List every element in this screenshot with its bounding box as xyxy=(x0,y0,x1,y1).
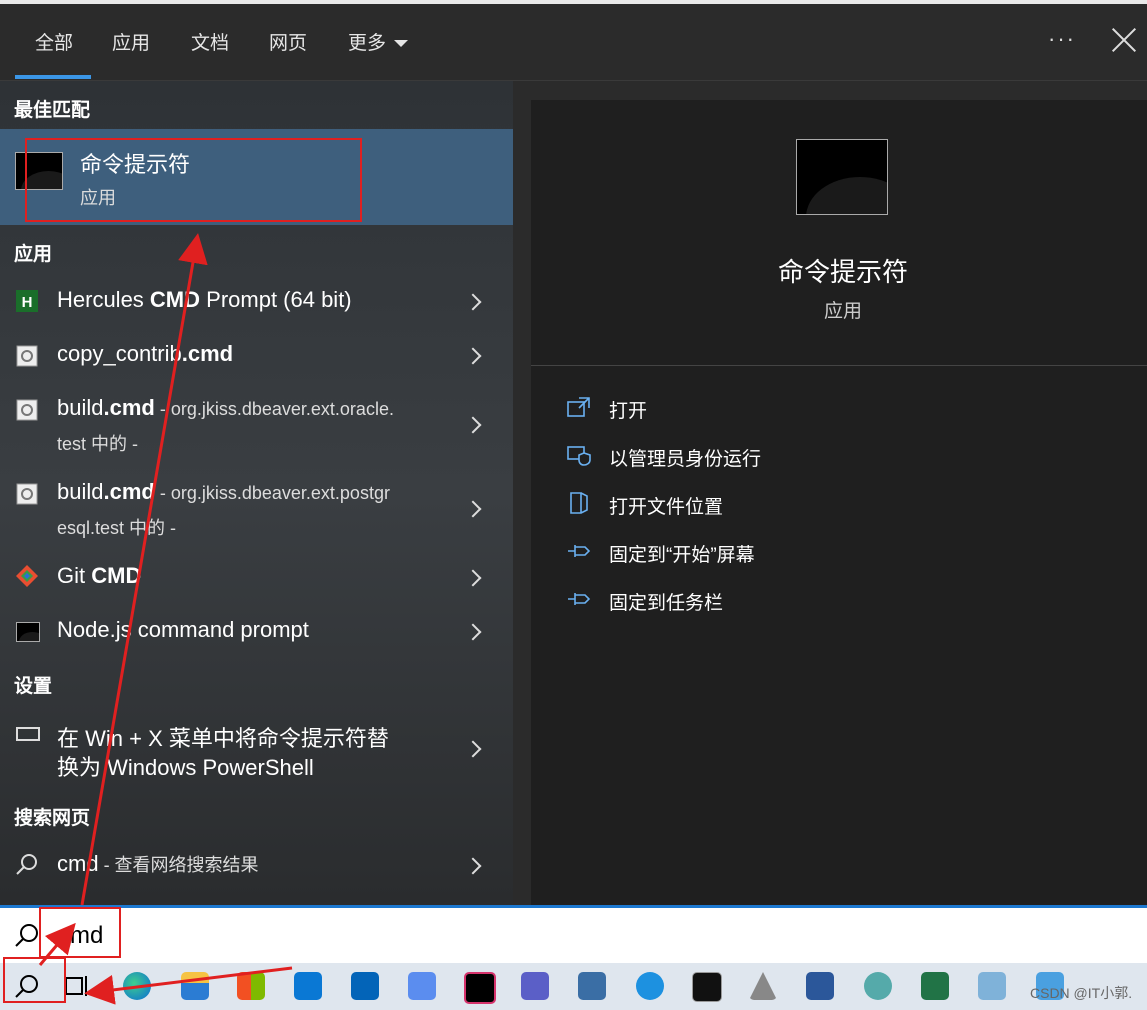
tab-apps[interactable]: 应用 xyxy=(112,28,150,55)
search-tabs: 全部 应用 文档 网页 更多 ··· xyxy=(0,4,1147,81)
notes-app-icon[interactable] xyxy=(978,972,1006,1000)
settings-result-item[interactable]: 在 Win + X 菜单中将命令提示符替 换为 Windows PowerShe… xyxy=(0,713,513,783)
close-icon[interactable] xyxy=(1110,26,1138,54)
settings-result-line2: 换为 Windows PowerShell xyxy=(57,755,314,780)
folder-icon xyxy=(570,492,588,514)
tab-documents[interactable]: 文档 xyxy=(191,28,229,55)
preview-panel: 命令提示符 应用 打开 以管理员身份运行 打开文件位置 固定到“开始”屏幕 固定… xyxy=(531,100,1147,905)
app-result-location: test 中的 - xyxy=(57,434,139,454)
search-icon xyxy=(16,854,37,875)
search-icon xyxy=(15,924,38,947)
app-icon[interactable] xyxy=(864,972,892,1000)
chevron-right-icon[interactable] xyxy=(464,740,482,758)
chevron-right-icon[interactable] xyxy=(464,857,482,875)
mail-icon[interactable] xyxy=(294,972,322,1000)
remote-desktop-icon[interactable] xyxy=(578,972,606,1000)
search-box[interactable]: cmd xyxy=(0,905,1147,964)
divider xyxy=(531,365,1147,366)
app-result-label: copy_contrib.cmd xyxy=(57,341,234,366)
store-icon[interactable] xyxy=(237,972,265,1000)
tab-all[interactable]: 全部 xyxy=(14,28,92,79)
app-result-label: build.cmd - org.jkiss.dbeaver.ext.postgr xyxy=(57,479,390,504)
shield-icon xyxy=(567,446,591,466)
svg-text:H: H xyxy=(22,294,33,311)
preview-title: 命令提示符 xyxy=(777,257,908,287)
app-result-label: Hercules CMD Prompt (64 bit) xyxy=(57,287,352,312)
app-result-item[interactable]: H Hercules CMD Prompt (64 bit) xyxy=(0,277,513,327)
chevron-right-icon[interactable] xyxy=(464,347,482,365)
section-apps: 应用 xyxy=(14,244,53,265)
app-result-label: Git CMD xyxy=(57,563,142,588)
annotation-box xyxy=(25,138,362,222)
hercules-icon: H xyxy=(16,290,38,312)
script-file-icon xyxy=(16,345,38,367)
file-explorer-icon[interactable] xyxy=(181,972,209,1000)
tab-more[interactable]: 更多 xyxy=(348,28,409,55)
chevron-right-icon[interactable] xyxy=(464,569,482,587)
chevron-right-icon[interactable] xyxy=(464,623,482,641)
chevron-down-icon xyxy=(394,40,409,48)
edge-icon[interactable] xyxy=(123,972,151,1000)
tab-more-label: 更多 xyxy=(348,33,387,54)
teams-icon[interactable] xyxy=(521,972,549,1000)
task-view-icon[interactable] xyxy=(63,973,91,999)
command-prompt-icon[interactable] xyxy=(692,972,722,1002)
watermark: CSDN @IT小郭. xyxy=(1030,985,1133,1001)
excel-icon[interactable] xyxy=(921,972,949,1000)
pin-icon xyxy=(568,545,591,557)
annotation-box xyxy=(3,957,66,1003)
section-search-web: 搜索网页 xyxy=(14,808,91,829)
script-file-icon xyxy=(16,399,38,421)
command-prompt-icon xyxy=(16,622,40,642)
app-result-label: build.cmd - org.jkiss.dbeaver.ext.oracle… xyxy=(57,395,394,420)
pen-app-icon[interactable] xyxy=(408,972,436,1000)
taskbar: CSDN @IT小郭. xyxy=(0,963,1147,1010)
more-options-button[interactable]: ··· xyxy=(1048,26,1076,52)
word-icon[interactable] xyxy=(806,972,834,1000)
pin-icon xyxy=(568,593,591,605)
app-result-label: Node.js command prompt xyxy=(57,617,309,642)
docker-icon[interactable] xyxy=(636,972,664,1000)
command-prompt-icon xyxy=(796,139,888,215)
annotation-box xyxy=(39,907,121,958)
web-result-label: cmd - 查看网络搜索结果 xyxy=(57,851,259,876)
section-best-match: 最佳匹配 xyxy=(14,100,91,121)
app-result-item[interactable]: Node.js command prompt xyxy=(0,607,513,657)
script-file-icon xyxy=(16,483,38,505)
open-icon xyxy=(567,397,590,417)
section-settings: 设置 xyxy=(14,676,53,697)
intellij-icon[interactable] xyxy=(464,972,496,1004)
settings-result-line1: 在 Win + X 菜单中将命令提示符替 xyxy=(57,726,389,751)
monitor-icon xyxy=(16,727,40,741)
web-result-item[interactable]: cmd - 查看网络搜索结果 xyxy=(0,841,513,891)
app-result-item[interactable]: build.cmd - org.jkiss.dbeaver.ext.oracle… xyxy=(0,386,513,462)
app-result-item[interactable]: Git CMD xyxy=(0,553,513,603)
git-icon xyxy=(16,565,38,587)
chevron-right-icon[interactable] xyxy=(464,293,482,311)
chevron-right-icon[interactable] xyxy=(464,416,482,434)
app-result-item[interactable]: copy_contrib.cmd xyxy=(0,331,513,381)
preview-subtitle: 应用 xyxy=(823,301,862,322)
outlook-icon[interactable] xyxy=(351,972,379,1000)
tree-app-icon[interactable] xyxy=(749,972,777,1000)
app-result-item[interactable]: build.cmd - org.jkiss.dbeaver.ext.postgr… xyxy=(0,470,513,546)
chevron-right-icon[interactable] xyxy=(464,500,482,518)
tab-web[interactable]: 网页 xyxy=(269,28,307,55)
app-result-location: esql.test 中的 - xyxy=(57,518,177,538)
